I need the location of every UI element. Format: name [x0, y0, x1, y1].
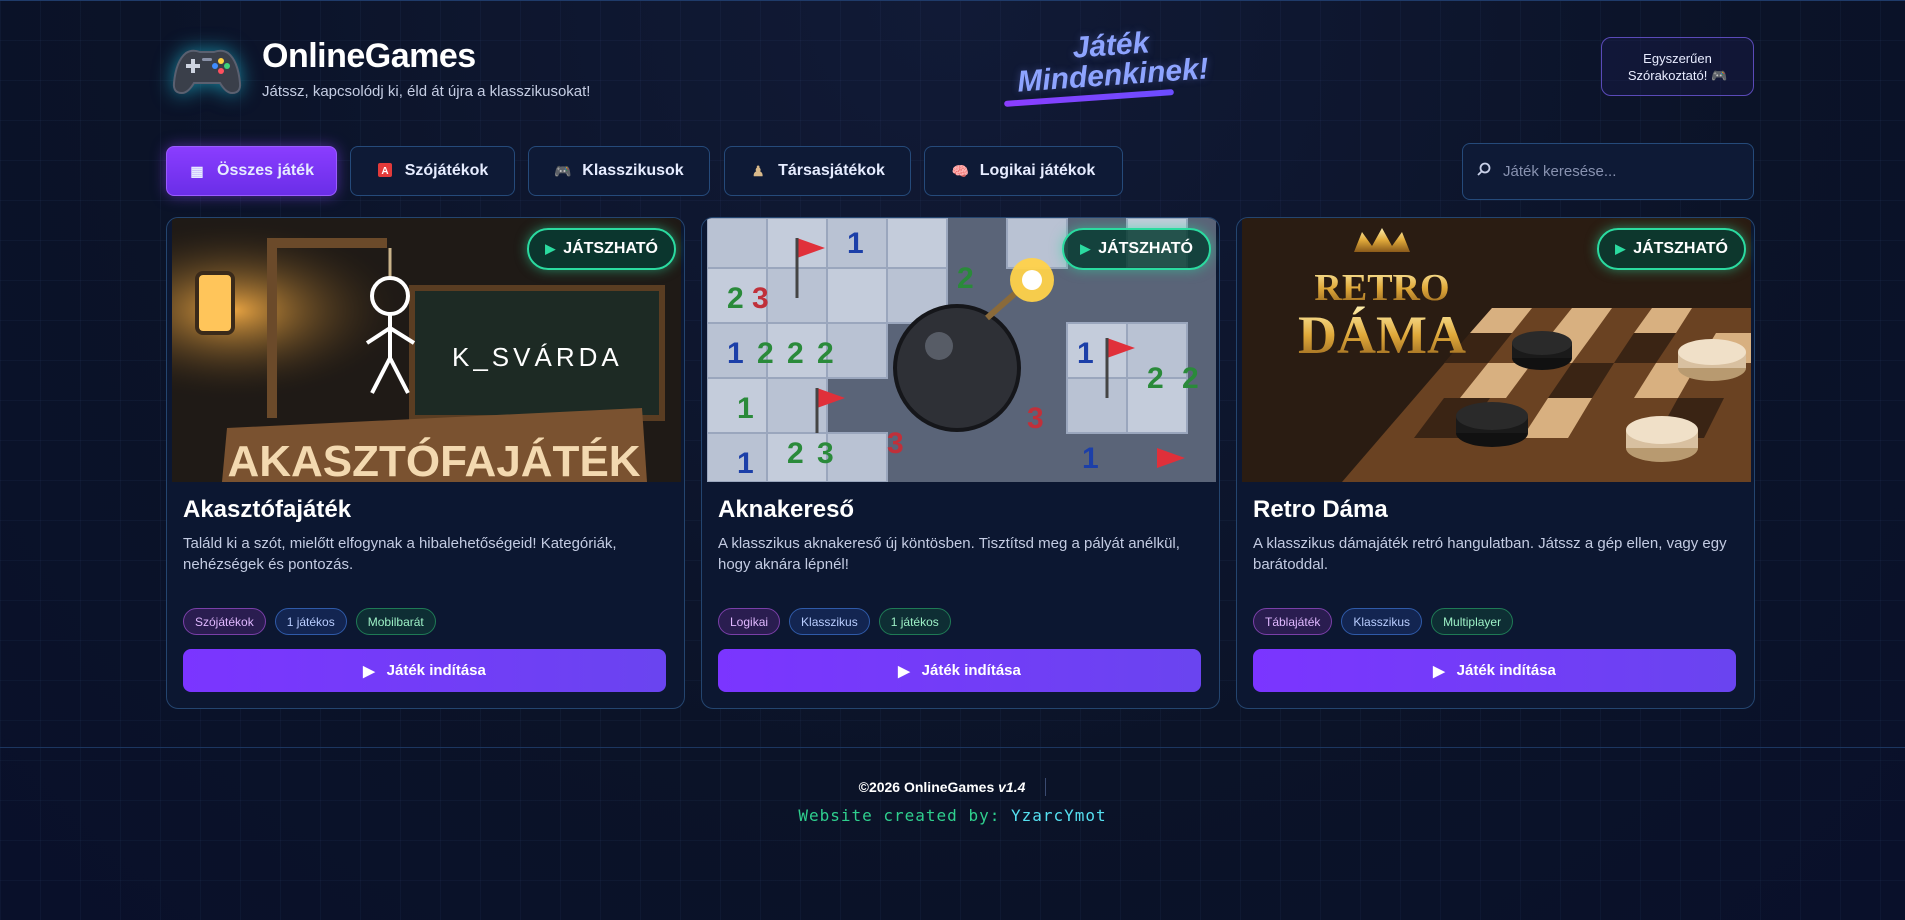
- badge-label: JÁTSZHATÓ: [1633, 240, 1728, 257]
- card-title[interactable]: Aknakereső: [718, 496, 854, 524]
- play-icon: ▶: [545, 241, 556, 256]
- grid-icon: ▦: [190, 162, 204, 179]
- header: OnlineGames Játssz, kapcsolódj ki, éld á…: [166, 26, 1754, 111]
- button-label: Játék indítása: [1456, 662, 1556, 679]
- game-card-checkers: RETRO DÁMA ▶ JÁTSZHATÓ Retro Dáma A klas…: [1236, 217, 1755, 709]
- gamepad-icon[interactable]: [172, 43, 242, 99]
- tag-list: Logikai Klasszikus 1 játékos: [718, 608, 951, 635]
- start-game-button[interactable]: ▶ Játék indítása: [183, 649, 666, 692]
- start-game-button[interactable]: ▶ Játék indítása: [718, 649, 1201, 692]
- play-icon: ▶: [363, 662, 375, 680]
- tab-label: Összes játék: [217, 162, 314, 179]
- credit-prefix: Website created by:: [798, 806, 1001, 825]
- search-input[interactable]: [1503, 163, 1743, 180]
- tag: Mobilbarát: [355, 608, 436, 635]
- letter-a-icon: A: [377, 162, 393, 180]
- svg-text:1: 1: [847, 227, 864, 260]
- tag: Multiplayer: [1431, 608, 1514, 635]
- svg-text:DÁMA: DÁMA: [1298, 305, 1466, 365]
- svg-text:3: 3: [887, 427, 904, 460]
- category-tabs: ▦ Összes játék A Szójátékok 🎮 Klasszikus…: [166, 143, 1754, 200]
- tab-label: Szójátékok: [404, 162, 489, 179]
- copyright-text: ©2026 OnlineGames: [858, 779, 995, 795]
- card-description: A klasszikus aknakereső új köntösben. Ti…: [718, 535, 1180, 573]
- search-box[interactable]: [1462, 143, 1754, 200]
- tab-label: Társasjátékok: [778, 162, 885, 179]
- svg-text:1: 1: [737, 392, 754, 425]
- start-game-button[interactable]: ▶ Játék indítása: [1253, 649, 1736, 692]
- footer-separator: [1045, 778, 1047, 796]
- credit-author-link[interactable]: YzarcYmot: [1011, 806, 1107, 825]
- svg-text:2: 2: [727, 282, 744, 315]
- play-icon: ▶: [1080, 241, 1091, 256]
- svg-text:2: 2: [787, 337, 804, 370]
- tagline-box: Egyszerűen Szórakoztató! 🎮: [1601, 37, 1754, 96]
- svg-text:1: 1: [737, 447, 754, 480]
- controller-icon: 🎮: [554, 162, 572, 179]
- tag-list: Táblajáték Klasszikus Multiplayer: [1253, 608, 1514, 635]
- tag: Szójátékok: [183, 608, 266, 635]
- tag: Logikai: [718, 608, 781, 635]
- play-icon: ▶: [1615, 241, 1626, 256]
- svg-text:1: 1: [727, 337, 744, 370]
- tag: 1 játékos: [878, 608, 951, 635]
- tab-label: Logikai játékok: [979, 162, 1096, 179]
- tagline-line-2: Szórakoztató! 🎮: [1627, 68, 1728, 83]
- svg-text:2: 2: [1182, 362, 1199, 395]
- card-description: A klasszikus dámajáték retró hangulatban…: [1253, 535, 1727, 573]
- badge-label: JÁTSZHATÓ: [563, 240, 658, 257]
- tagline-line-1: Egyszerűen: [1643, 51, 1712, 66]
- footer-divider: [0, 747, 1905, 748]
- svg-text:2: 2: [817, 337, 834, 370]
- playable-badge: ▶ JÁTSZHATÓ: [1597, 228, 1746, 270]
- svg-text:1: 1: [1077, 337, 1094, 370]
- tab-board-games[interactable]: ♟ Társasjátékok: [724, 146, 911, 196]
- svg-text:3: 3: [752, 282, 769, 315]
- tab-classics[interactable]: 🎮 Klasszikusok: [528, 146, 710, 196]
- brand-title[interactable]: OnlineGames: [262, 37, 476, 76]
- search-icon: [1477, 162, 1491, 181]
- pawn-icon: ♟: [751, 162, 765, 179]
- game-card-minesweeper: 23 12 12 22 13 23 32 21 11 ▶ JÁTSZHATÓ A…: [701, 217, 1220, 709]
- tab-label: Klasszikusok: [582, 162, 684, 179]
- card-title[interactable]: Akasztófajáték: [183, 496, 351, 524]
- svg-text:3: 3: [817, 437, 834, 470]
- footer-copyright: ©2026 OnlineGames v1.4: [0, 778, 1905, 796]
- svg-text:2: 2: [957, 262, 974, 295]
- version-text: v1.4: [998, 779, 1026, 795]
- card-title[interactable]: Retro Dáma: [1253, 496, 1388, 524]
- tag: Táblajáték: [1253, 608, 1333, 635]
- svg-text:3: 3: [1027, 402, 1044, 435]
- brain-icon: 🧠: [951, 162, 970, 179]
- svg-text:1: 1: [1082, 442, 1099, 475]
- tab-word-games[interactable]: A Szójátékok: [350, 146, 515, 196]
- tag-list: Szójátékok 1 játékos Mobilbarát: [183, 608, 436, 635]
- tab-all-games[interactable]: ▦ Összes játék: [166, 146, 337, 196]
- brand-subtitle: Játssz, kapcsolódj ki, éld át újra a kla…: [262, 83, 591, 100]
- button-label: Játék indítása: [921, 662, 1021, 679]
- play-icon: ▶: [898, 662, 910, 680]
- svg-text:A: A: [381, 166, 388, 177]
- svg-text:AKASZTÓFAJÁTÉK: AKASZTÓFAJÁTÉK: [227, 436, 640, 482]
- tag: Klasszikus: [789, 608, 870, 635]
- playable-badge: ▶ JÁTSZHATÓ: [527, 228, 676, 270]
- button-label: Játék indítása: [386, 662, 486, 679]
- svg-text:2: 2: [1147, 362, 1164, 395]
- play-icon: ▶: [1433, 662, 1445, 680]
- slogan: Játék Mindenkinek!: [1000, 23, 1224, 98]
- tab-logic-games[interactable]: 🧠 Logikai játékok: [924, 146, 1123, 196]
- card-description: Találd ki a szót, mielőtt elfogynak a hi…: [183, 535, 617, 573]
- svg-text:RETRO: RETRO: [1314, 267, 1449, 309]
- footer-credit: Website created by: YzarcYmot: [0, 806, 1905, 825]
- tag: 1 játékos: [274, 608, 347, 635]
- game-card-hangman: K_SVÁRDA AKASZTÓFAJÁTÉK ▶ JÁTSZHATÓ Akas…: [166, 217, 685, 709]
- tag: Klasszikus: [1341, 608, 1423, 635]
- svg-text:K_SVÁRDA: K_SVÁRDA: [452, 342, 623, 372]
- playable-badge: ▶ JÁTSZHATÓ: [1062, 228, 1211, 270]
- badge-label: JÁTSZHATÓ: [1098, 240, 1193, 257]
- svg-text:2: 2: [757, 337, 774, 370]
- svg-text:2: 2: [787, 437, 804, 470]
